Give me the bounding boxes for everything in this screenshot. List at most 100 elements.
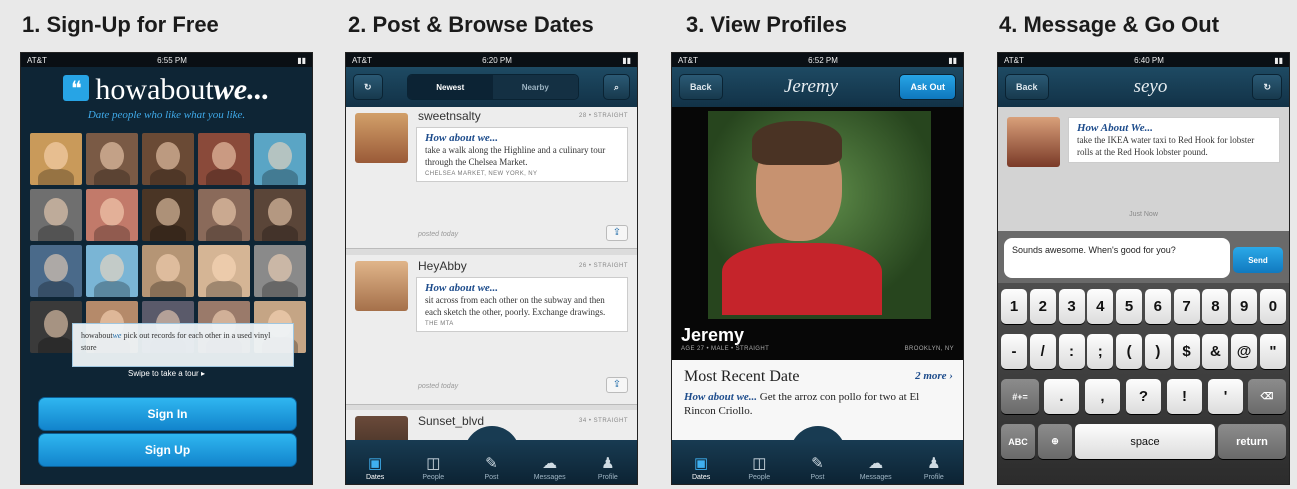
panel-title: 3. View Profiles <box>686 12 848 37</box>
search-button[interactable]: ⌕ <box>602 74 630 100</box>
profile-thumbnail[interactable] <box>30 245 82 297</box>
tab-profile[interactable]: ♟ Profile <box>909 454 959 481</box>
profile-thumbnail[interactable] <box>198 189 250 241</box>
tab-label: Dates <box>365 474 385 481</box>
swipe-hint[interactable]: Swipe to take a tour ▸ <box>21 369 312 378</box>
key[interactable]: 7 <box>1173 289 1200 324</box>
profile-thumbnail[interactable] <box>198 245 250 297</box>
profile-thumbnail[interactable] <box>142 133 194 185</box>
tab-people[interactable]: ◫ People <box>408 454 458 481</box>
key[interactable]: , <box>1085 379 1120 414</box>
tab-people[interactable]: ◫ People <box>734 454 784 481</box>
list-item[interactable]: HeyAbby 26 • STRAIGHT How about we... si… <box>346 255 637 405</box>
key[interactable]: 9 <box>1231 289 1258 324</box>
key[interactable]: 4 <box>1087 289 1114 324</box>
refresh-button[interactable]: ↻ <box>1252 74 1282 100</box>
calendar-icon: ▣ <box>694 455 709 472</box>
more-link[interactable]: 2 more › <box>915 370 953 382</box>
profile-thumbnail[interactable] <box>142 189 194 241</box>
key-symbols[interactable]: #+= <box>1001 379 1039 414</box>
tab-messages[interactable]: ☁ Messages <box>851 454 901 481</box>
key[interactable]: ! <box>1167 379 1202 414</box>
back-button[interactable]: Back <box>1005 74 1049 100</box>
key-abc[interactable]: ABC <box>1001 424 1035 459</box>
key[interactable]: : <box>1058 334 1085 369</box>
tab-nearby[interactable]: Nearby <box>492 75 578 99</box>
profile-thumbnail[interactable] <box>86 189 138 241</box>
list-item[interactable]: sweetnsalty 28 • STRAIGHT How about we..… <box>346 107 637 249</box>
sign-in-button[interactable]: Sign In <box>38 397 297 431</box>
tab-messages[interactable]: ☁ Messages <box>525 454 575 481</box>
tab-post[interactable]: ✎ Post <box>792 454 842 481</box>
tab-label: People <box>422 474 445 481</box>
key[interactable]: @ <box>1231 334 1258 369</box>
key[interactable]: . <box>1044 379 1079 414</box>
username[interactable]: Sunset_blvd <box>418 414 484 428</box>
user-meta: 34 • STRAIGHT <box>579 418 628 424</box>
profile-thumbnail[interactable] <box>86 245 138 297</box>
profile-photo[interactable]: Jeremy AGE 27 • MALE • STRAIGHT BROOKLYN… <box>672 107 963 360</box>
battery-icon: ▮▮ <box>297 55 306 65</box>
profile-thumbnail[interactable] <box>198 133 250 185</box>
send-button[interactable]: Send <box>1233 247 1283 273</box>
tab-dates[interactable]: ▣ Dates <box>676 454 726 481</box>
key-return[interactable]: return <box>1218 424 1286 459</box>
phone-browse: AT&T 6:20 PM ▮▮ ↻ Newest Nearby ⌕ sweetnsa… <box>345 52 638 485</box>
profile-thumbnail[interactable] <box>254 189 306 241</box>
key[interactable]: 0 <box>1259 289 1286 324</box>
tab-profile[interactable]: ♟ Profile <box>583 454 633 481</box>
back-button[interactable]: Back <box>679 74 723 100</box>
post-icon: ✎ <box>811 455 824 472</box>
tab-post[interactable]: ✎ Post <box>466 454 516 481</box>
key[interactable]: 6 <box>1144 289 1171 324</box>
avatar[interactable] <box>1007 117 1060 167</box>
status-bar: AT&T 6:55 PM ▮▮ <box>21 53 312 67</box>
tab-bar: ▣ Dates ◫ People ✎ Post ☁ Messages ♟ Profile <box>672 440 963 484</box>
profile-thumbnail[interactable] <box>142 245 194 297</box>
battery-icon: ▮▮ <box>948 55 957 65</box>
date-feed[interactable]: sweetnsalty 28 • STRAIGHT How about we..… <box>346 107 637 466</box>
key[interactable]: 8 <box>1202 289 1229 324</box>
how-about-we-label: How about we... <box>684 391 758 403</box>
key-backspace[interactable]: ⌫ <box>1248 379 1286 414</box>
tour-bubble: howaboutwe pick out records for each oth… <box>72 323 294 367</box>
ask-out-button[interactable]: Ask Out <box>899 74 956 100</box>
refresh-button[interactable]: ↻ <box>353 74 383 100</box>
sign-up-button[interactable]: Sign Up <box>38 433 297 467</box>
tab-dates[interactable]: ▣ Dates <box>350 454 400 481</box>
key[interactable]: ( <box>1116 334 1143 369</box>
key[interactable]: 1 <box>1001 289 1027 324</box>
key[interactable]: ; <box>1087 334 1114 369</box>
key[interactable]: - <box>1001 334 1027 369</box>
profile-thumbnail[interactable] <box>254 133 306 185</box>
message-input[interactable]: Sounds awesome. When's good for you? <box>1004 238 1230 278</box>
conversation[interactable]: How About We... take the IKEA water taxi… <box>998 107 1289 231</box>
avatar[interactable] <box>355 261 408 311</box>
tab-newest[interactable]: Newest <box>407 75 493 99</box>
key-globe[interactable]: ⊕ <box>1038 424 1072 459</box>
key-space[interactable]: space <box>1075 424 1215 459</box>
key[interactable]: $ <box>1173 334 1200 369</box>
date-idea-box[interactable]: How about we... take a walk along the Hi… <box>416 127 628 182</box>
share-button[interactable]: ⇪ <box>606 225 628 241</box>
key[interactable]: ' <box>1208 379 1243 414</box>
key[interactable]: & <box>1202 334 1229 369</box>
carrier-label: AT&T <box>678 55 698 65</box>
key[interactable]: ? <box>1126 379 1161 414</box>
profile-thumbnail[interactable] <box>30 133 82 185</box>
key[interactable]: / <box>1029 334 1056 369</box>
username[interactable]: HeyAbby <box>418 259 467 273</box>
avatar[interactable] <box>355 113 408 163</box>
key[interactable]: 2 <box>1029 289 1056 324</box>
profile-thumbnail[interactable] <box>30 189 82 241</box>
key[interactable]: ) <box>1144 334 1171 369</box>
bubble-brand: howabout <box>81 331 113 340</box>
username[interactable]: sweetnsalty <box>418 109 481 123</box>
key[interactable]: 5 <box>1116 289 1143 324</box>
profile-thumbnail[interactable] <box>86 133 138 185</box>
key[interactable]: " <box>1259 334 1286 369</box>
share-button[interactable]: ⇪ <box>606 377 628 393</box>
profile-thumbnail[interactable] <box>254 245 306 297</box>
date-idea-box[interactable]: How about we... sit across from each oth… <box>416 277 628 332</box>
key[interactable]: 3 <box>1058 289 1085 324</box>
